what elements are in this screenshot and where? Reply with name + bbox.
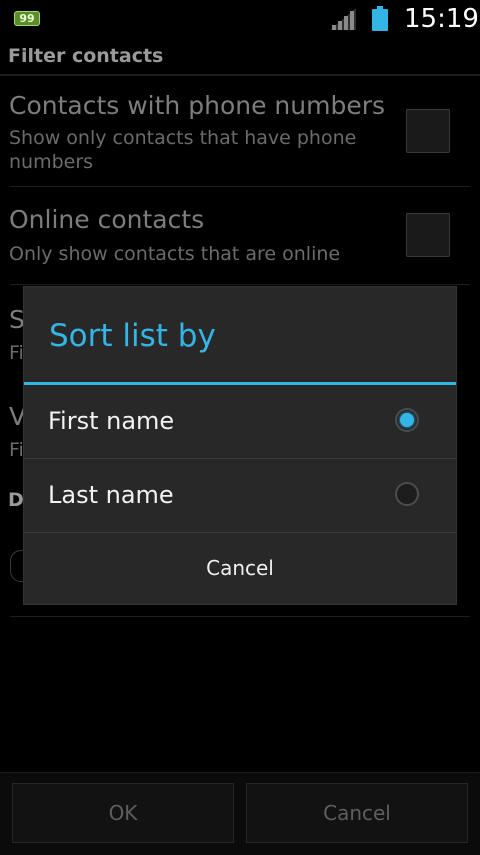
option-last-name[interactable]: Last name — [24, 459, 456, 532]
online-contacts-checkbox[interactable] — [406, 213, 450, 257]
notification-count-icon: 99 — [14, 11, 40, 26]
signal-icon — [330, 8, 356, 30]
list-divider — [10, 616, 470, 617]
list-divider — [10, 284, 470, 285]
pref-phone-title: Contacts with phone numbers — [9, 91, 386, 120]
section-divider — [0, 74, 480, 76]
option-first-name-label: First name — [48, 407, 175, 435]
radio-unchecked-icon[interactable] — [395, 482, 419, 506]
pref-phone-numbers[interactable]: Contacts with phone numbers Show only co… — [0, 84, 480, 186]
phone-numbers-checkbox[interactable] — [406, 109, 450, 153]
pref-sort-summary-fragment: Fi — [9, 342, 24, 364]
section-header-filter: Filter contacts — [8, 45, 164, 67]
bottom-cancel-button[interactable]: Cancel — [246, 783, 468, 843]
dialog-title: Sort list by — [49, 318, 216, 354]
radio-checked-icon[interactable] — [395, 408, 419, 432]
option-last-name-label: Last name — [48, 481, 174, 509]
pref-view-summary-fragment: Fi — [9, 439, 24, 461]
dialog-cancel-button[interactable]: Cancel — [24, 532, 456, 604]
option-first-name[interactable]: First name — [24, 385, 456, 458]
pref-online-contacts[interactable]: Online contacts Only show contacts that … — [0, 198, 480, 284]
notification-count: 99 — [19, 12, 35, 25]
status-bar: 99 15:19 — [0, 0, 480, 38]
clock: 15:19 — [404, 4, 479, 34]
pref-online-title: Online contacts — [9, 205, 205, 234]
bottom-button-bar: OK Cancel — [0, 772, 480, 855]
pref-online-summary: Only show contacts that are online — [9, 243, 341, 265]
sort-dialog: Sort list by First name Last name Cancel — [24, 287, 456, 604]
pref-phone-summary: Show only contacts that have phone numbe… — [9, 127, 357, 173]
list-divider — [10, 186, 470, 187]
battery-icon — [372, 6, 388, 31]
ok-button[interactable]: OK — [12, 783, 234, 843]
pref-sort-title-fragment: S — [9, 305, 25, 334]
